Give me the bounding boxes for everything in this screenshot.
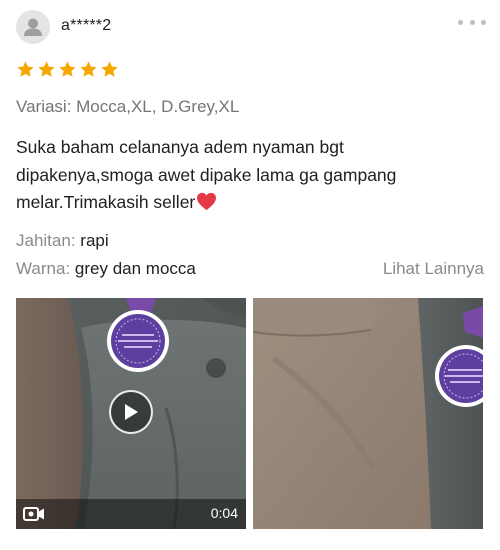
star-icon (38, 61, 55, 77)
star-icon (17, 61, 34, 77)
reviewer-username: a*****2 (61, 17, 112, 34)
video-info-bar: 0:04 (16, 499, 246, 529)
review-photo-thumbnail[interactable] (253, 298, 483, 529)
attribute-key: Jahitan: (16, 231, 76, 250)
review-comment: Suka baham celananya adem nyaman bgt dip… (16, 134, 476, 217)
attribute-color: Warna: grey dan mocca (16, 259, 196, 279)
user-icon (24, 18, 42, 36)
video-camera-icon (23, 507, 44, 521)
video-duration: 0:04 (210, 505, 238, 521)
see-more-link[interactable]: Lihat Lainnya (383, 259, 484, 279)
review-card: a*****2 Variasi: Mocca,XL, D.Grey,XL Suk… (0, 0, 500, 550)
avatar[interactable] (16, 10, 50, 44)
attribute-stitching: Jahitan: rapi (16, 231, 109, 251)
play-icon (125, 404, 138, 420)
attribute-value: grey dan mocca (74, 259, 196, 278)
star-icon (59, 61, 76, 77)
rating-stars (16, 60, 119, 79)
review-video-thumbnail[interactable]: 0:04 (16, 298, 246, 529)
attribute-key: Warna: (16, 259, 71, 278)
star-icon (101, 61, 118, 77)
heart-icon (197, 192, 217, 211)
product-photo-image (253, 298, 483, 529)
play-button[interactable] (109, 390, 153, 434)
attribute-value: rapi (80, 231, 109, 250)
product-variant: Variasi: Mocca,XL, D.Grey,XL (16, 97, 240, 116)
more-options-icon[interactable] (458, 14, 486, 30)
star-icon (80, 61, 97, 77)
